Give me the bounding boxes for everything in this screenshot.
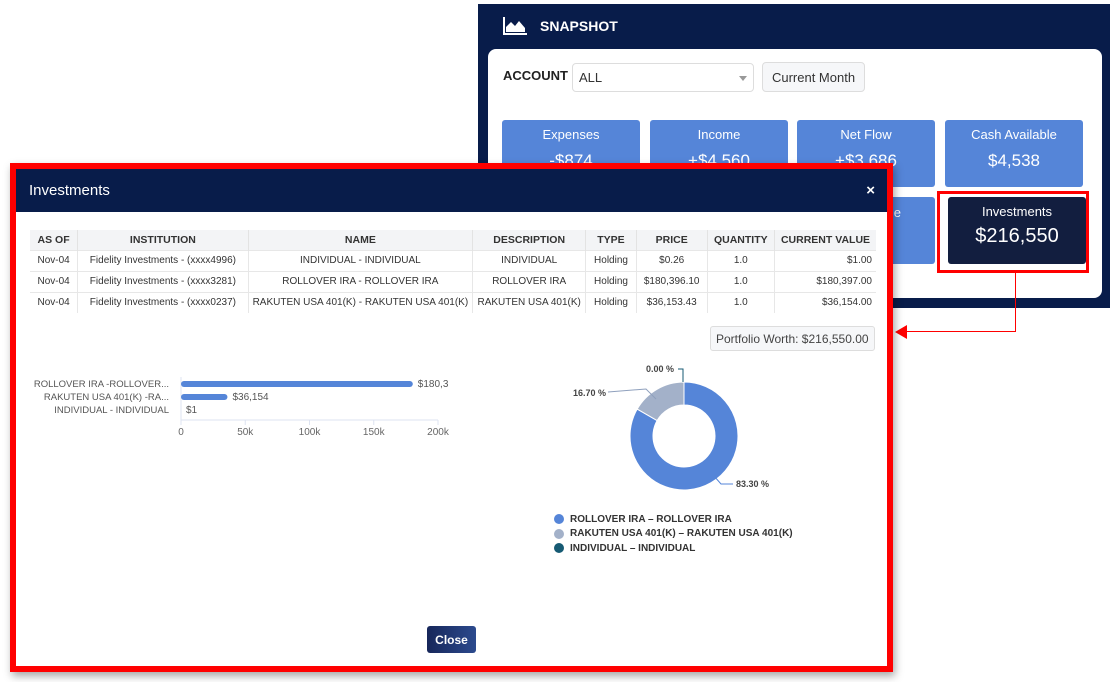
cell-price: $180,396.10 [636, 270, 708, 292]
column-header[interactable]: INSTITUTION [77, 230, 249, 250]
cell-name: ROLLOVER IRA - ROLLOVER IRA [248, 270, 474, 292]
arrow-left-icon [895, 325, 907, 339]
tile-value: $4,538 [988, 151, 1040, 170]
cell-description: INDIVIDUAL [472, 249, 587, 271]
x-tick-label: 50k [237, 427, 254, 438]
cell-type: Holding [585, 291, 637, 313]
chevron-down-icon [739, 76, 747, 81]
investments-modal: Investments × AS OF INSTITUTION NAME DES… [10, 163, 893, 672]
tile-label: Net Flow [840, 127, 892, 142]
snapshot-header: SNAPSHOT [478, 4, 1110, 48]
account-select[interactable]: ALL [572, 63, 754, 92]
annotation-connector-line [1015, 272, 1016, 332]
bar-data-label: $180,3 [418, 379, 449, 390]
tile-label: Income [697, 127, 741, 142]
cell-current-value: $1.00 [774, 249, 876, 271]
modal-title: Investments [29, 182, 110, 199]
legend-label: ROLLOVER IRA – ROLLOVER IRA [570, 513, 732, 525]
current-month-button[interactable]: Current Month [762, 62, 865, 92]
table-row: Nov-04 Fidelity Investments - (xxxx0237)… [30, 291, 876, 313]
legend-dot [554, 543, 564, 554]
portfolio-worth: Portfolio Worth: $216,550.00 [710, 326, 875, 351]
x-tick-label: 200k [427, 427, 450, 438]
leader-line [678, 368, 684, 382]
legend-dot [554, 528, 564, 539]
cell-description: RAKUTEN USA 401(K) [472, 291, 587, 313]
donut-legend: ROLLOVER IRA – ROLLOVER IRA RAKUTEN USA … [554, 512, 793, 556]
column-header[interactable]: QUANTITY [707, 230, 776, 250]
table-header-row: AS OF INSTITUTION NAME DESCRIPTION TYPE … [30, 230, 876, 250]
cell-type: Holding [585, 270, 637, 292]
cell-name: RAKUTEN USA 401(K) - RAKUTEN USA 401(K) [248, 291, 474, 313]
cell-quantity: 1.0 [707, 291, 776, 313]
holdings-bar-chart: ROLLOVER IRA -ROLLOVER... RAKUTEN USA 401… [34, 377, 450, 438]
column-header[interactable]: AS OF [30, 230, 79, 250]
tile-label: Expenses [542, 127, 600, 142]
column-header[interactable]: PRICE [636, 230, 708, 250]
legend-label: RAKUTEN USA 401(K) – RAKUTEN USA 401(K) [570, 528, 793, 540]
legend-item[interactable]: ROLLOVER IRA – ROLLOVER IRA [554, 512, 793, 527]
x-tick-label: 0 [178, 427, 184, 438]
annotation-connector-line [905, 331, 1016, 332]
tile-cash-available[interactable]: Cash Available $4,538 [945, 120, 1083, 187]
legend-item[interactable]: RAKUTEN USA 401(K) – RAKUTEN USA 401(K) [554, 527, 793, 542]
y-category-label: ROLLOVER IRA -ROLLOVER... [34, 379, 169, 390]
slice-data-label: 16.70 % [573, 388, 606, 398]
column-header[interactable]: CURRENT VALUE [774, 230, 876, 250]
cell-quantity: 1.0 [707, 249, 776, 271]
bar-data-label: $36,154 [232, 392, 269, 403]
investments-highlight-box [937, 191, 1089, 273]
bar-data-label: $1 [186, 405, 198, 416]
account-label: ACCOUNT [503, 68, 568, 83]
cell-institution: Fidelity Investments - (xxxx4996) [77, 249, 249, 271]
y-category-label: INDIVIDUAL - INDIVIDUAL [54, 405, 169, 416]
tile-label: Cash Available [971, 127, 1057, 142]
cell-quantity: 1.0 [707, 270, 776, 292]
table-row: Nov-04 Fidelity Investments - (xxxx3281)… [30, 270, 876, 292]
area-chart-icon [503, 17, 527, 35]
account-select-value: ALL [579, 70, 603, 85]
column-header[interactable]: TYPE [585, 230, 637, 250]
bar [181, 381, 413, 387]
cell-as-of: Nov-04 [30, 249, 79, 271]
legend-item[interactable]: INDIVIDUAL – INDIVIDUAL [554, 541, 793, 556]
column-header[interactable]: DESCRIPTION [472, 230, 587, 250]
column-header[interactable]: NAME [248, 230, 474, 250]
cell-current-value: $180,397.00 [774, 270, 876, 292]
allocation-donut-chart: 83.30 % 16.70 % 0.00 % [573, 364, 769, 491]
legend-label: INDIVIDUAL – INDIVIDUAL [570, 542, 696, 554]
modal-header: Investments × [16, 169, 887, 212]
close-icon[interactable]: × [866, 182, 875, 199]
x-tick-label: 150k [363, 427, 386, 438]
cell-description: ROLLOVER IRA [472, 270, 587, 292]
slice-data-label: 83.30 % [736, 479, 769, 489]
cell-as-of: Nov-04 [30, 291, 79, 313]
cell-institution: Fidelity Investments - (xxxx0237) [77, 291, 249, 313]
cell-institution: Fidelity Investments - (xxxx3281) [77, 270, 249, 292]
y-category-label: RAKUTEN USA 401(K) -RA... [44, 392, 169, 403]
cell-as-of: Nov-04 [30, 270, 79, 292]
x-tick-label: 100k [299, 427, 322, 438]
cell-price: $0.26 [636, 249, 708, 271]
bar [181, 394, 228, 400]
investments-table: AS OF INSTITUTION NAME DESCRIPTION TYPE … [30, 230, 876, 313]
slice-data-label: 0.00 % [646, 364, 674, 374]
cell-price: $36,153.43 [636, 291, 708, 313]
snapshot-title: SNAPSHOT [540, 18, 618, 34]
cell-current-value: $36,154.00 [774, 291, 876, 313]
legend-dot [554, 514, 564, 525]
cell-type: Holding [585, 249, 637, 271]
cell-name: INDIVIDUAL - INDIVIDUAL [248, 249, 474, 271]
table-row: Nov-04 Fidelity Investments - (xxxx4996)… [30, 249, 876, 271]
close-button[interactable]: Close [427, 626, 476, 653]
